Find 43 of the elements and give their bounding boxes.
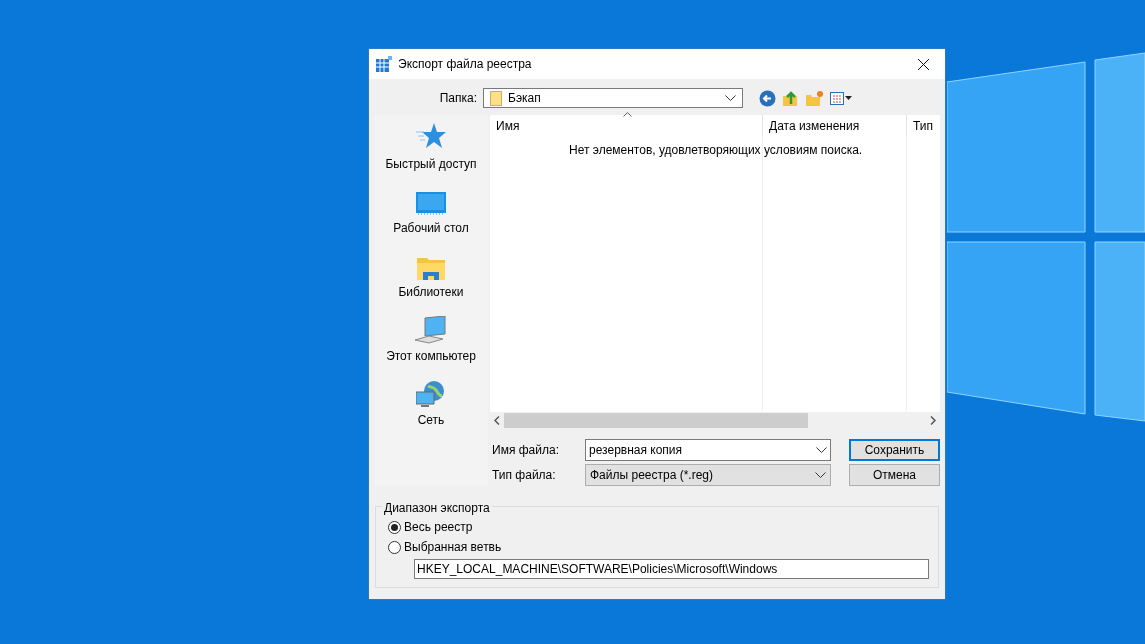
save-button[interactable]: Сохранить xyxy=(849,439,940,461)
file-name-field[interactable]: резервная копия xyxy=(585,439,831,461)
folder-label: Папка: xyxy=(438,90,478,107)
back-icon[interactable] xyxy=(759,89,776,107)
folder-name: Бэкап xyxy=(508,90,541,107)
caret-icon xyxy=(845,96,852,100)
column-header[interactable]: Тип xyxy=(906,115,940,135)
radio-option[interactable]: Весь реестр xyxy=(388,519,926,535)
computer-icon xyxy=(415,316,447,344)
column-header[interactable]: Дата изменения xyxy=(762,115,906,135)
places-item[interactable]: Сеть xyxy=(374,379,488,429)
sort-caret-icon xyxy=(623,112,632,117)
close-icon xyxy=(917,58,929,70)
folder-icon xyxy=(417,256,445,280)
places-item[interactable]: Рабочий стол xyxy=(374,187,488,237)
places-item[interactable]: Библиотеки xyxy=(374,251,488,301)
scroll-right-icon[interactable] xyxy=(930,416,936,425)
network-icon xyxy=(416,380,446,408)
file-type-label: Тип файла: xyxy=(491,467,557,484)
monitor-icon xyxy=(416,192,446,216)
column-header[interactable]: Имя xyxy=(490,117,762,135)
scroll-left-icon[interactable] xyxy=(494,416,500,425)
folder-icon xyxy=(490,90,502,106)
radio-button[interactable] xyxy=(388,520,401,534)
grid-view-icon xyxy=(830,91,844,105)
registry-icon xyxy=(376,56,392,72)
view-menu-button[interactable] xyxy=(830,91,852,105)
places-item[interactable]: Этот компьютер xyxy=(374,315,488,365)
empty-message: Нет элементов, удовлетворяющих условиям поиска. xyxy=(569,142,863,159)
branch-path-field[interactable]: HKEY_LOCAL_MACHINE\SOFTWARE\Policies\Microsoft\Windows xyxy=(414,559,929,579)
chevron-down-icon xyxy=(725,95,736,101)
folder-dropdown[interactable]: Бэкап xyxy=(483,88,743,108)
up-folder-icon[interactable] xyxy=(782,89,799,107)
file-type-dropdown[interactable]: Файлы реестра (*.reg) xyxy=(585,464,831,486)
chevron-down-icon xyxy=(815,472,826,478)
radio-button[interactable] xyxy=(388,540,401,554)
radio-option[interactable]: Выбранная ветвь xyxy=(388,539,926,555)
window-title: Экспорт файла реестра xyxy=(398,56,532,73)
places-item[interactable]: Быстрый доступ xyxy=(374,123,488,173)
cancel-button[interactable]: Отмена xyxy=(849,464,940,486)
scrollbar-thumb[interactable] xyxy=(504,413,808,428)
chevron-down-icon xyxy=(816,447,827,453)
file-name-label: Имя файла: xyxy=(491,442,560,459)
